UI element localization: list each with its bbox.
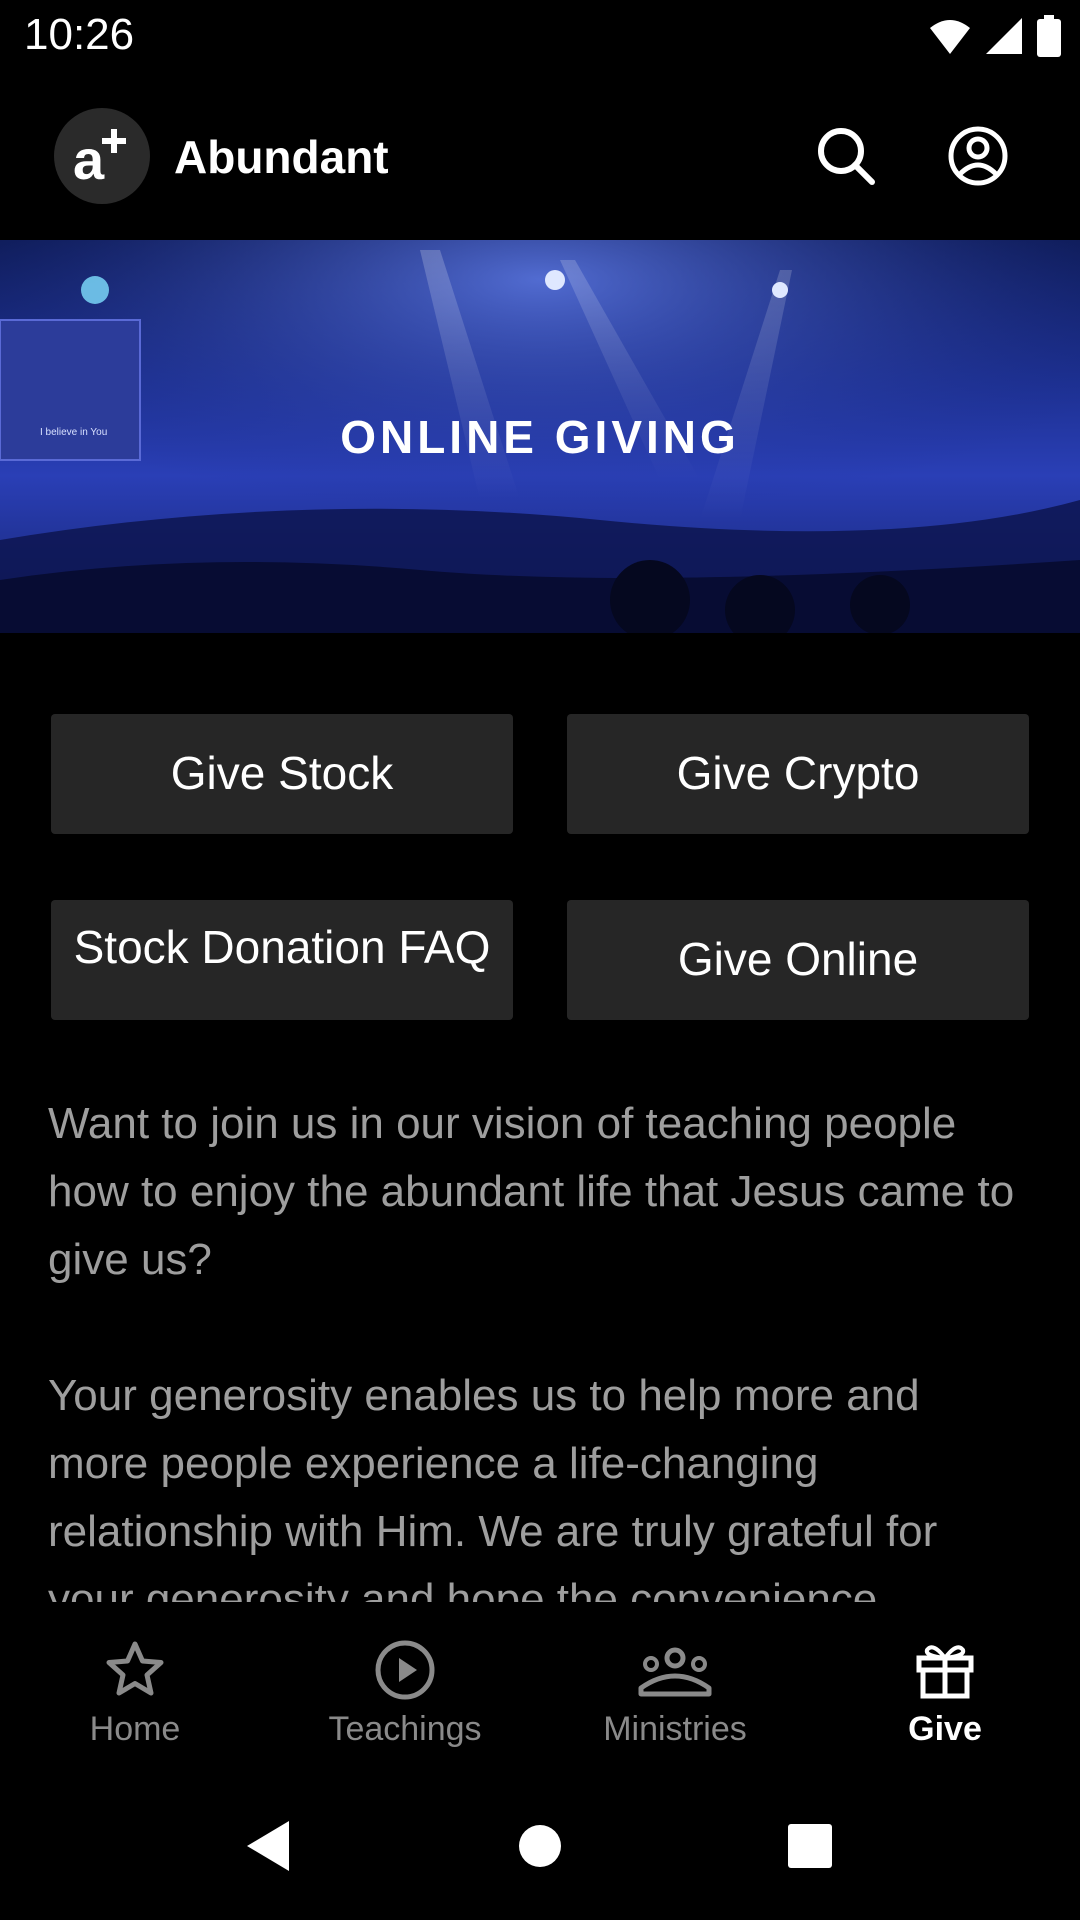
home-circle-icon [519,1825,561,1867]
nav-give[interactable]: Give [810,1608,1080,1772]
home-button[interactable] [510,1816,570,1876]
give-stock-button[interactable]: Give Stock [51,714,513,834]
svg-text:a: a [73,128,105,191]
signal-icon [986,18,1022,54]
play-circle-icon [375,1640,435,1700]
search-icon [818,128,875,185]
nav-ministries-label: Ministries [603,1710,747,1748]
account-icon [948,126,1008,186]
hero-title: ONLINE GIVING [340,411,740,463]
back-button[interactable] [238,1816,298,1876]
description-paragraph-2: Your generosity enables us to help more … [48,1371,938,1602]
account-button[interactable] [932,110,1024,202]
nav-home[interactable]: Home [0,1608,270,1772]
nav-teachings-label: Teachings [328,1710,482,1748]
description-paragraph-1: Want to join us in our vision of teachin… [48,1099,1015,1284]
group-icon [638,1647,712,1697]
back-triangle-icon [247,1821,289,1871]
giving-description: Want to join us in our vision of teachin… [48,1090,1032,1602]
give-crypto-button[interactable]: Give Crypto [567,714,1029,834]
search-button[interactable] [800,110,892,202]
bottom-navigation: Home Teachings Ministries Give [0,1608,1080,1772]
give-online-button[interactable]: Give Online [567,900,1029,1020]
online-giving-banner: I believe in You ONLINE GIVING [0,240,1080,633]
nav-teachings[interactable]: Teachings [270,1608,540,1772]
stock-donation-faq-button[interactable]: Stock Donation FAQ [51,900,513,1020]
app-bar: a Abundant [0,72,1080,240]
status-bar: 10:26 [0,0,1080,72]
gift-icon [916,1645,974,1699]
nav-ministries[interactable]: Ministries [540,1608,810,1772]
star-icon [106,1641,164,1696]
app-title: Abundant [174,131,389,183]
app-logo: a [54,108,150,204]
wifi-icon [930,20,970,54]
status-icons [928,14,1062,58]
logo-icon: a [73,128,126,191]
nav-home-label: Home [89,1710,181,1748]
status-time: 10:26 [24,10,135,59]
system-navigation-bar [0,1772,1080,1920]
battery-icon [1037,15,1061,57]
recents-button[interactable] [780,1816,840,1876]
recents-square-icon [788,1824,832,1868]
nav-give-label: Give [908,1710,982,1748]
